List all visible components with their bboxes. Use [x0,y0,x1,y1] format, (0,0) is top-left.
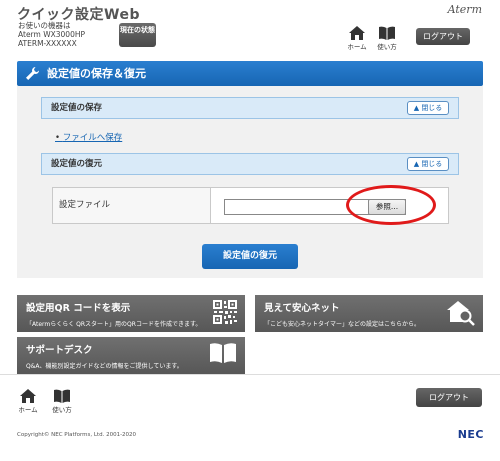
manual-label: 使い方 [52,406,72,414]
close-label: 閉じる [421,104,443,112]
restore-section-header: 設定値の復元 ▲ 閉じる [41,153,459,175]
chevron-up-icon: ▲ [413,160,420,168]
save-to-file-label: ファイルへ保存 [62,133,123,143]
logout-button[interactable]: ログアウト [416,28,470,45]
mieru-anshin-tile[interactable]: 見えて安心ネット 「こども安心ネットタイマー」などの設定はこちらから。 [255,295,483,332]
wrench-icon [26,67,39,80]
device-info-line: ATERM-XXXXXX [18,39,77,48]
qr-code-tile[interactable]: 設定用QR コードを表示 「Atermらくらく QRスタート」用のQRコードを作… [17,295,245,332]
save-section-close-button[interactable]: ▲ 閉じる [407,101,449,115]
manual-label: 使い方 [377,43,397,51]
save-section-header: 設定値の保存 ▲ 閉じる [41,97,459,119]
home-search-icon [447,301,475,326]
footer-manual-nav[interactable]: 使い方 [50,389,74,414]
settings-file-label: 設定ファイル [53,188,211,223]
home-icon [20,389,36,403]
home-label: ホーム [347,43,367,51]
chevron-up-icon: ▲ [413,104,420,112]
header: クイック設定Web お使いの機器は Aterm WX3000HP ATERM-X… [0,0,500,56]
book-icon [210,343,236,363]
restore-section-title: 設定値の復元 [51,159,103,169]
close-label: 閉じる [421,160,443,168]
qr-code-icon [213,300,237,324]
highlight-ring [346,185,436,225]
footer-logout-button[interactable]: ログアウト [416,388,482,407]
manual-nav[interactable]: 使い方 [375,26,399,51]
footer-divider [0,374,500,375]
home-label: ホーム [18,406,38,414]
bullet-icon: • [55,133,61,143]
home-icon [349,26,365,40]
copyright: Copyright© NEC Platforms, Ltd. 2001-2020 [17,432,137,438]
page-title: 設定値の保存＆復元 [47,67,146,80]
save-section-title: 設定値の保存 [51,103,103,113]
current-status-button[interactable]: 現在の状態 [119,23,156,47]
book-icon [54,389,70,403]
restore-section-close-button[interactable]: ▲ 閉じる [407,157,449,171]
support-desk-tile[interactable]: サポートデスク Q&A、機能別設定ガイドなどの情報をご提供しています。 [17,337,245,374]
footer-home-nav[interactable]: ホーム [16,389,40,414]
restore-settings-button[interactable]: 設定値の復元 [202,244,298,269]
save-to-file-link[interactable]: • ファイルへ保存 [55,131,122,143]
nec-logo: NEC [457,428,484,441]
device-info: お使いの機器は Aterm WX3000HP ATERM-XXXXXX [18,21,85,48]
home-nav[interactable]: ホーム [345,26,369,51]
device-info-line: Aterm WX3000HP [18,30,85,39]
device-info-line: お使いの機器は [18,21,71,30]
aterm-logo: Aterm [447,3,482,16]
panel-header: 設定値の保存＆復元 [17,61,483,86]
book-icon [379,26,395,40]
